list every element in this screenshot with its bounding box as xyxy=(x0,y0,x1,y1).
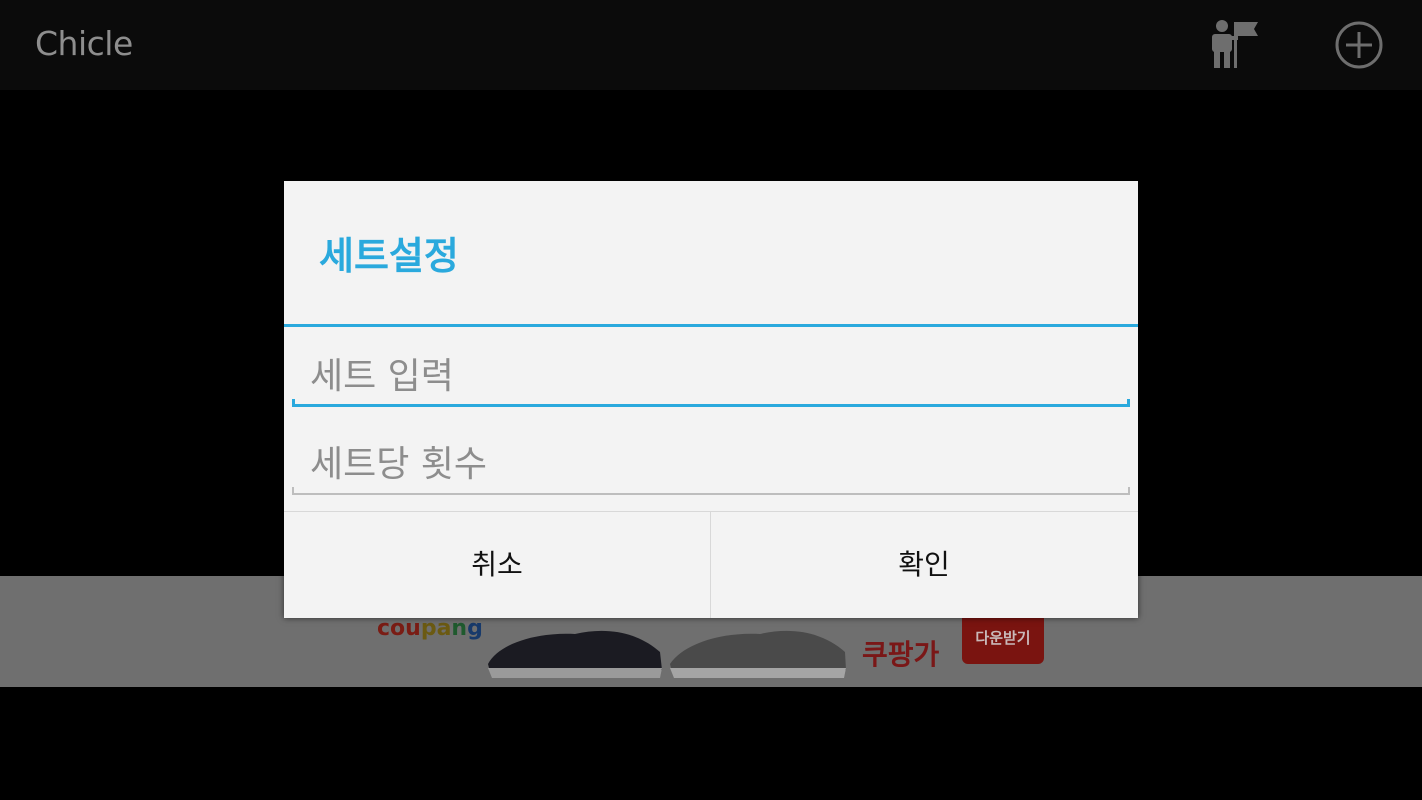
cancel-button[interactable]: 취소 xyxy=(284,512,710,618)
reps-per-set-field[interactable] xyxy=(292,437,1130,495)
app-title: Chicle xyxy=(35,24,133,63)
ad-headline: 쿠팡가 xyxy=(862,638,940,671)
set-count-input[interactable] xyxy=(292,349,1130,403)
ad-shoes-image xyxy=(480,612,850,686)
ad-brand-logo: coupang xyxy=(377,616,483,641)
action-bar: Chicle xyxy=(0,0,1422,90)
person-flag-icon[interactable] xyxy=(1208,18,1264,72)
set-count-field[interactable] xyxy=(292,349,1130,407)
field-underline xyxy=(292,399,1130,407)
ad-download-button[interactable]: 다운받기 xyxy=(962,612,1044,664)
dialog-title: 세트설정 xyxy=(319,234,459,278)
reps-per-set-input[interactable] xyxy=(292,437,1130,491)
set-settings-dialog: 세트설정 취소 확인 xyxy=(284,181,1138,618)
add-circle-icon[interactable] xyxy=(1334,20,1384,70)
field-underline xyxy=(292,487,1130,495)
ok-button[interactable]: 확인 xyxy=(711,512,1137,618)
title-divider xyxy=(284,324,1138,327)
